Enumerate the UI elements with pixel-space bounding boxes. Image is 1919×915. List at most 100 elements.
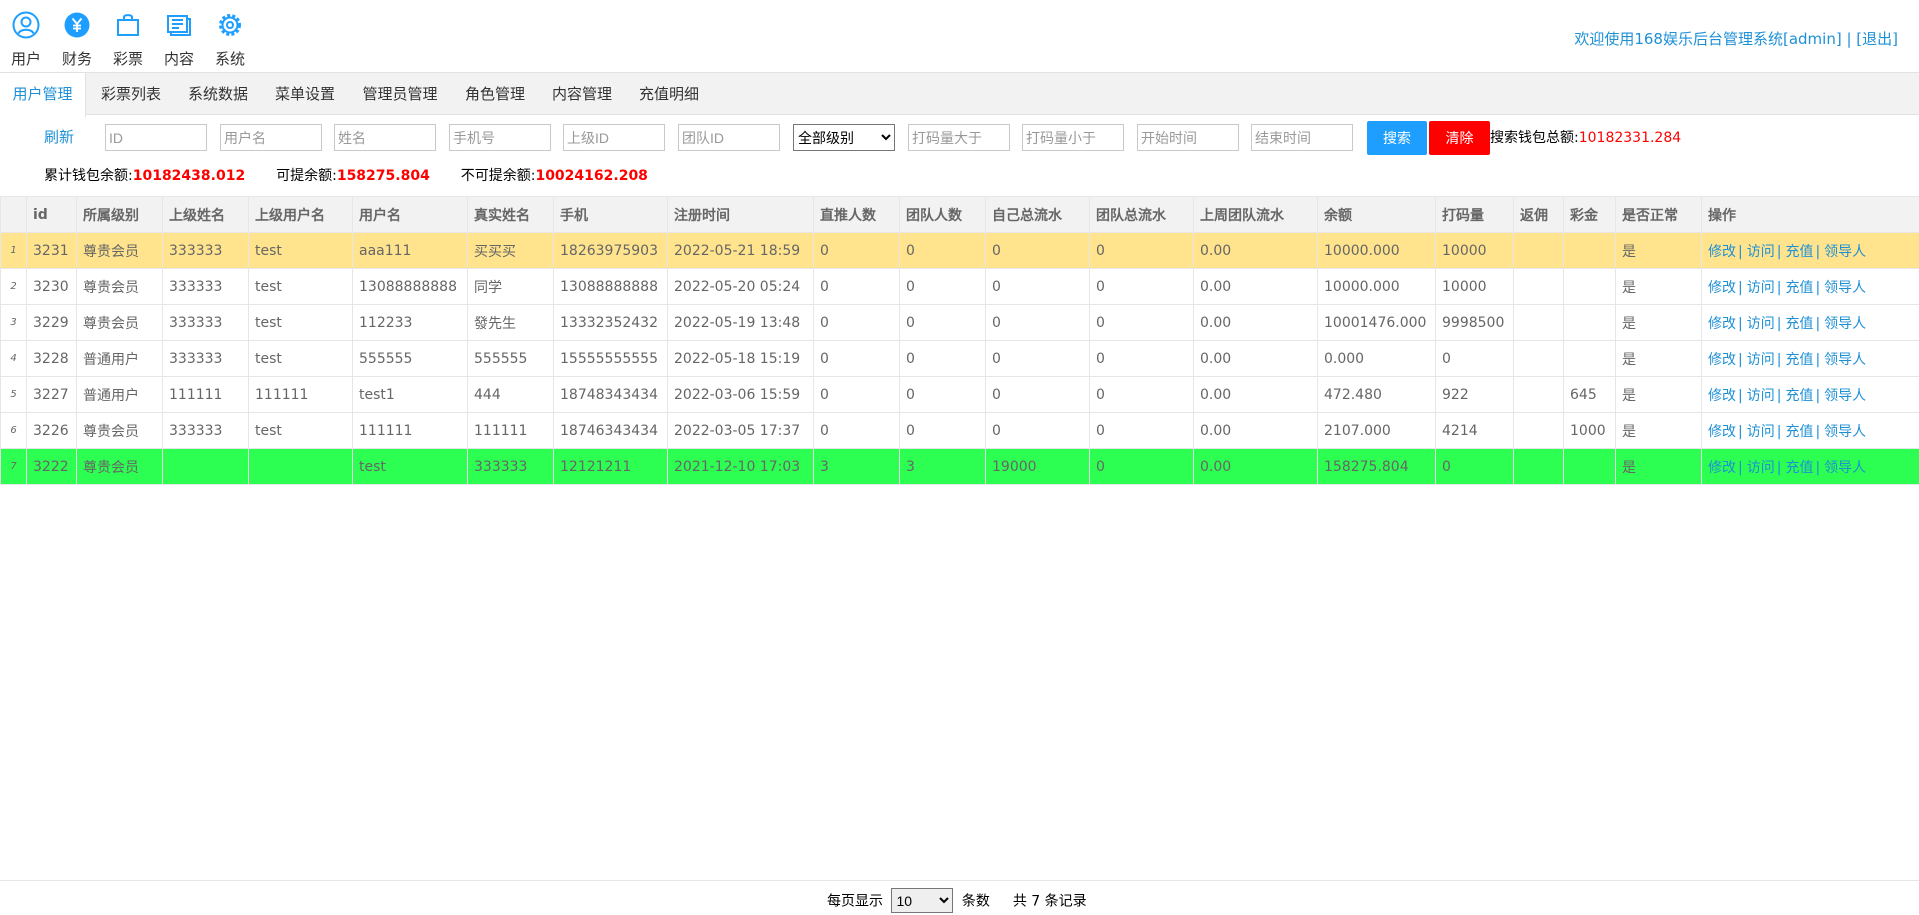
table-cell: test bbox=[248, 232, 353, 269]
nav-item-lottery[interactable]: 彩票 bbox=[103, 10, 153, 69]
bet-max-input[interactable] bbox=[1022, 124, 1124, 151]
edit-link[interactable]: 修改 bbox=[1708, 316, 1736, 332]
visit-link[interactable]: 访问 bbox=[1747, 460, 1775, 476]
visit-link[interactable]: 访问 bbox=[1747, 352, 1775, 368]
nav-item-finance[interactable]: 财务 bbox=[52, 10, 102, 69]
recharge-link[interactable]: 充值 bbox=[1785, 352, 1813, 368]
table-cell: 3227 bbox=[26, 376, 77, 413]
edit-link[interactable]: 修改 bbox=[1708, 244, 1736, 260]
action-separator: | bbox=[1776, 423, 1782, 440]
search-total-value: 10182331.284 bbox=[1578, 130, 1682, 146]
edit-link[interactable]: 修改 bbox=[1708, 280, 1736, 296]
logout-link[interactable]: [退出] bbox=[1856, 30, 1898, 48]
recharge-link[interactable]: 充值 bbox=[1785, 244, 1813, 260]
edit-link[interactable]: 修改 bbox=[1708, 352, 1736, 368]
table-cell: 10000 bbox=[1435, 268, 1514, 305]
bet-min-input[interactable] bbox=[908, 124, 1010, 151]
table-cell: 1000 bbox=[1563, 412, 1616, 449]
table-cell: 2107.000 bbox=[1317, 412, 1436, 449]
start-time-input[interactable] bbox=[1137, 124, 1239, 151]
tab-role-management[interactable]: 角色管理 bbox=[455, 73, 535, 116]
id-input[interactable] bbox=[105, 124, 207, 151]
table-cell: 0 bbox=[1435, 448, 1514, 485]
recharge-link[interactable]: 充值 bbox=[1785, 316, 1813, 332]
table-row[interactable]: 2 3230 尊贵会员 333333 test 13088888888 同学 13088888… bbox=[0, 268, 1919, 305]
table-cell: 同学 bbox=[467, 268, 554, 305]
team-id-input[interactable] bbox=[678, 124, 780, 151]
table-row[interactable]: 1 3231 尊贵会员 333333 test aaa111 买买买 18263975903 2… bbox=[0, 232, 1919, 269]
table-cell: 2022-05-19 13:48 bbox=[667, 304, 814, 341]
table-cell: 0 bbox=[813, 412, 900, 449]
non-withdrawable-value: 10024162.208 bbox=[535, 168, 648, 184]
tab-lottery-list[interactable]: 彩票列表 bbox=[92, 73, 170, 116]
visit-link[interactable]: 访问 bbox=[1747, 316, 1775, 332]
tab-admin-management[interactable]: 管理员管理 bbox=[352, 73, 448, 116]
table-cell: 0.00 bbox=[1193, 376, 1318, 413]
table-cell: 645 bbox=[1563, 376, 1616, 413]
tab-recharge-details[interactable]: 充值明细 bbox=[629, 73, 709, 116]
phone-input[interactable] bbox=[449, 124, 551, 151]
recharge-link[interactable]: 充值 bbox=[1785, 280, 1813, 296]
leader-link[interactable]: 领导人 bbox=[1824, 316, 1866, 332]
search-button[interactable]: 搜索 bbox=[1367, 121, 1427, 155]
recharge-link[interactable]: 充值 bbox=[1785, 388, 1813, 404]
table-row[interactable]: 7 3222 尊贵会员 test 333333 12121211 2021-12-10 17… bbox=[0, 448, 1919, 485]
table-cell: 13088888888 bbox=[553, 268, 668, 305]
leader-link[interactable]: 领导人 bbox=[1824, 244, 1866, 260]
nav-item-system[interactable]: 系统 bbox=[205, 10, 255, 69]
table-row[interactable]: 4 3228 普通用户 333333 test 555555 555555 155555555… bbox=[0, 340, 1919, 377]
leader-link[interactable]: 领导人 bbox=[1824, 352, 1866, 368]
leader-link[interactable]: 领导人 bbox=[1824, 460, 1866, 476]
table-cell: 0.00 bbox=[1193, 412, 1318, 449]
edit-link[interactable]: 修改 bbox=[1708, 388, 1736, 404]
table-cell: 是 bbox=[1615, 412, 1702, 449]
table-cell: 3228 bbox=[26, 340, 77, 377]
nav-item-user[interactable]: 用户 bbox=[1, 10, 51, 69]
visit-link[interactable]: 访问 bbox=[1747, 280, 1775, 296]
visit-link[interactable]: 访问 bbox=[1747, 424, 1775, 440]
nav-item-content[interactable]: 内容 bbox=[154, 10, 204, 69]
withdrawable-value: 158275.804 bbox=[336, 168, 430, 184]
table-cell: 0.000 bbox=[1317, 340, 1436, 377]
row-actions: 修改 | 访问 | 充值 | 领导人 bbox=[1701, 268, 1919, 305]
visit-link[interactable]: 访问 bbox=[1747, 244, 1775, 260]
table-row[interactable]: 5 3227 普通用户 111111 111111 test1 444 18748343434… bbox=[0, 376, 1919, 413]
tab-bar: 用户管理 彩票列表 系统数据 菜单设置 管理员管理 角色管理 内容管理 充值明细 bbox=[0, 72, 1919, 117]
row-number: 7 bbox=[0, 448, 27, 485]
end-time-input[interactable] bbox=[1251, 124, 1353, 151]
table-cell: 12121211 bbox=[553, 448, 668, 485]
table-cell: 3230 bbox=[26, 268, 77, 305]
clear-button[interactable]: 清除 bbox=[1429, 121, 1490, 155]
leader-link[interactable]: 领导人 bbox=[1824, 388, 1866, 404]
table-row[interactable]: 3 3229 尊贵会员 333333 test 112233 發先生 13332352432 2… bbox=[0, 304, 1919, 341]
table-row[interactable]: 6 3226 尊贵会员 333333 test 111111 111111 187463434… bbox=[0, 412, 1919, 449]
visit-link[interactable]: 访问 bbox=[1747, 388, 1775, 404]
leader-link[interactable]: 领导人 bbox=[1824, 280, 1866, 296]
row-actions: 修改 | 访问 | 充值 | 领导人 bbox=[1701, 412, 1919, 449]
tab-system-data[interactable]: 系统数据 bbox=[178, 73, 258, 116]
table-header: 上级用户名 bbox=[248, 196, 353, 233]
recharge-link[interactable]: 充值 bbox=[1785, 460, 1813, 476]
realname-input[interactable] bbox=[334, 124, 436, 151]
row-actions: 修改 | 访问 | 充值 | 领导人 bbox=[1701, 232, 1919, 269]
pagination-bar: 每页显示 10 条数 共 7 条记录 bbox=[0, 880, 1919, 915]
leader-link[interactable]: 领导人 bbox=[1824, 424, 1866, 440]
parent-id-input[interactable] bbox=[563, 124, 665, 151]
table-cell: 10000.000 bbox=[1317, 268, 1436, 305]
recharge-link[interactable]: 充值 bbox=[1785, 424, 1813, 440]
username-input[interactable] bbox=[220, 124, 322, 151]
tab-content-management[interactable]: 内容管理 bbox=[542, 73, 622, 116]
edit-link[interactable]: 修改 bbox=[1708, 424, 1736, 440]
table-cell: 0 bbox=[1089, 376, 1194, 413]
level-select[interactable]: 全部级别 bbox=[793, 124, 895, 151]
table-cell bbox=[1513, 448, 1564, 485]
action-separator: | bbox=[1776, 387, 1782, 404]
edit-link[interactable]: 修改 bbox=[1708, 460, 1736, 476]
tab-user-management[interactable]: 用户管理 bbox=[0, 73, 86, 117]
table-cell: 0 bbox=[899, 340, 986, 377]
tab-menu-settings[interactable]: 菜单设置 bbox=[265, 73, 345, 116]
action-separator: | bbox=[1776, 459, 1782, 476]
row-actions: 修改 | 访问 | 充值 | 领导人 bbox=[1701, 304, 1919, 341]
per-page-select[interactable]: 10 bbox=[891, 888, 954, 913]
refresh-button[interactable]: 刷新 bbox=[44, 126, 74, 147]
